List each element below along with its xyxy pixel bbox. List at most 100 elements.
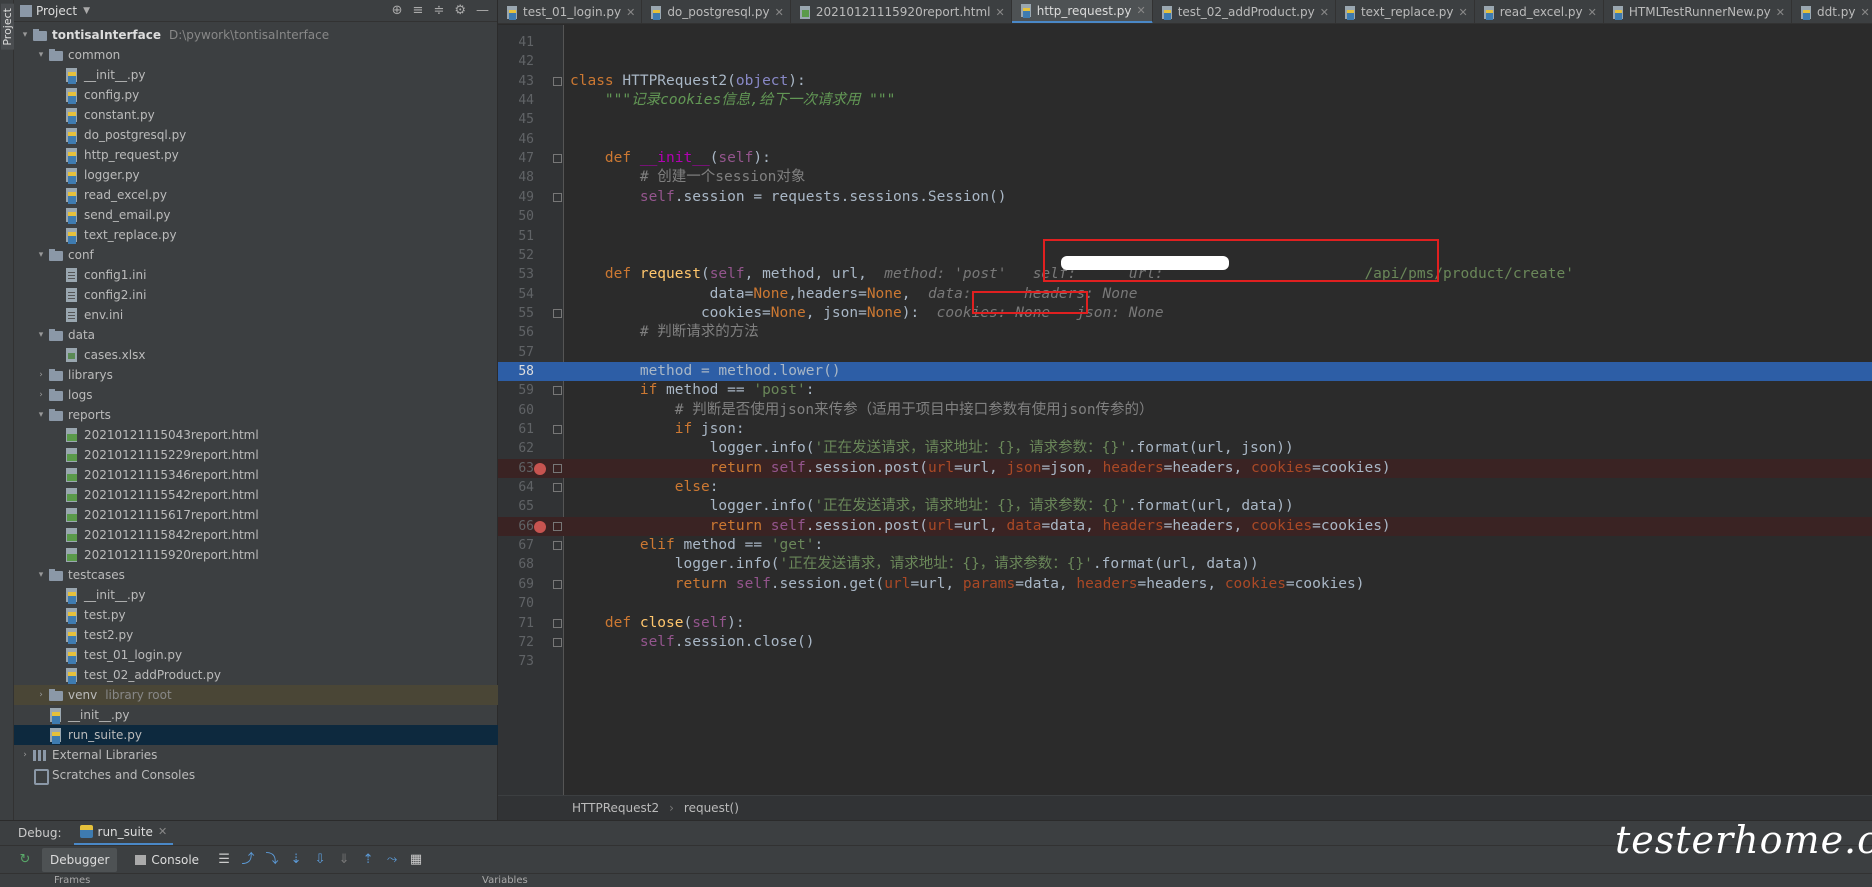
- code-line[interactable]: 50: [498, 207, 1872, 226]
- line-number[interactable]: 57: [498, 343, 534, 362]
- fold-marker-icon[interactable]: [553, 579, 562, 589]
- tree-item[interactable]: test2.py: [14, 625, 498, 645]
- fold-marker-icon[interactable]: [553, 483, 562, 493]
- line-number[interactable]: 41: [498, 33, 534, 52]
- expand-arrow-icon[interactable]: ›: [18, 750, 32, 760]
- project-title[interactable]: Project: [36, 4, 77, 18]
- code-line[interactable]: 46: [498, 130, 1872, 149]
- line-number[interactable]: 64: [498, 478, 534, 497]
- project-tool-button[interactable]: Project: [1, 4, 14, 50]
- tree-item[interactable]: test_02_addProduct.py: [14, 665, 498, 685]
- line-number[interactable]: 66: [498, 517, 534, 536]
- tree-item[interactable]: __init__.py: [14, 585, 498, 605]
- tree-item[interactable]: 20210121115043report.html: [14, 425, 498, 445]
- tree-item[interactable]: send_email.py: [14, 205, 498, 225]
- tree-item[interactable]: run_suite.py: [14, 725, 498, 745]
- expand-arrow-icon[interactable]: ▾: [34, 570, 48, 580]
- tree-item[interactable]: › venv library root: [14, 685, 498, 705]
- code-line[interactable]: 55 cookies=None, json=None): cookies: No…: [498, 304, 1872, 323]
- editor-tab[interactable]: 20210121115920report.html ✕: [791, 0, 1012, 23]
- line-number[interactable]: 72: [498, 633, 534, 652]
- fold-marker-icon[interactable]: [553, 637, 562, 647]
- tree-item[interactable]: ▾ reports: [14, 405, 498, 425]
- editor-tab[interactable]: do_postgresql.py ✕: [642, 0, 791, 23]
- tree-item[interactable]: logger.py: [14, 165, 498, 185]
- collapse-all-icon[interactable]: ≑: [433, 3, 444, 18]
- expand-arrow-icon[interactable]: ›: [34, 370, 48, 380]
- fold-marker-icon[interactable]: [553, 76, 562, 86]
- chevron-down-icon[interactable]: ▼: [83, 6, 90, 16]
- expand-arrow-icon[interactable]: ▾: [34, 330, 48, 340]
- editor-tab[interactable]: read_excel.py ✕: [1475, 0, 1604, 23]
- breakpoint-icon[interactable]: [534, 462, 546, 475]
- line-number[interactable]: 65: [498, 497, 534, 516]
- fold-marker-icon[interactable]: [553, 521, 562, 531]
- code-line[interactable]: 57: [498, 343, 1872, 362]
- step-over-icon[interactable]: ⤵: [265, 852, 279, 867]
- code-line[interactable]: 72 self.session.close(): [498, 633, 1872, 652]
- fold-marker-icon[interactable]: [553, 541, 562, 551]
- code-line[interactable]: 48 # 创建一个session对象: [498, 168, 1872, 187]
- fold-marker-icon[interactable]: [553, 192, 562, 202]
- tree-item[interactable]: 20210121115920report.html: [14, 545, 498, 565]
- code-line[interactable]: 64 else:: [498, 478, 1872, 497]
- tree-item[interactable]: ▾ common: [14, 45, 498, 65]
- expand-arrow-icon[interactable]: ›: [34, 690, 48, 700]
- hide-icon[interactable]: —: [476, 3, 489, 18]
- fold-marker-icon[interactable]: [553, 308, 562, 318]
- rerun-icon[interactable]: ↻: [18, 852, 32, 867]
- line-number[interactable]: 58: [498, 362, 534, 381]
- expand-arrow-icon[interactable]: ▾: [34, 50, 48, 60]
- tree-item[interactable]: config1.ini: [14, 265, 498, 285]
- line-number[interactable]: 55: [498, 304, 534, 323]
- line-number[interactable]: 60: [498, 401, 534, 420]
- line-number[interactable]: 53: [498, 265, 534, 284]
- breadcrumb-method[interactable]: request(): [684, 801, 739, 815]
- tree-item[interactable]: 20210121115617report.html: [14, 505, 498, 525]
- tree-item[interactable]: cases.xlsx: [14, 345, 498, 365]
- editor-tab[interactable]: text_replace.py ✕: [1336, 0, 1475, 23]
- evaluate-icon[interactable]: ▦: [409, 852, 423, 867]
- line-number[interactable]: 51: [498, 227, 534, 246]
- line-number[interactable]: 49: [498, 188, 534, 207]
- line-number[interactable]: 61: [498, 420, 534, 439]
- close-icon[interactable]: ✕: [1776, 6, 1785, 19]
- code-line[interactable]: 47 def __init__(self):: [498, 149, 1872, 168]
- fold-marker-icon[interactable]: [553, 386, 562, 396]
- fold-marker-icon[interactable]: [553, 425, 562, 434]
- code-line[interactable]: 49 self.session = requests.sessions.Sess…: [498, 188, 1872, 207]
- tree-item[interactable]: __init__.py: [14, 65, 498, 85]
- tree-item[interactable]: http_request.py: [14, 145, 498, 165]
- code-line[interactable]: 70: [498, 594, 1872, 613]
- line-number[interactable]: 52: [498, 246, 534, 265]
- tree-item[interactable]: text_replace.py: [14, 225, 498, 245]
- code-line[interactable]: 66 return self.session.post(url=url, dat…: [498, 516, 1872, 537]
- code-line[interactable]: 59 if method == 'post':: [498, 381, 1872, 400]
- close-icon[interactable]: ✕: [1320, 6, 1329, 19]
- tree-item[interactable]: env.ini: [14, 305, 498, 325]
- step-into-icon[interactable]: ⇣: [289, 852, 303, 867]
- tree-item[interactable]: read_excel.py: [14, 185, 498, 205]
- code-line[interactable]: 67 elif method == 'get':: [498, 536, 1872, 555]
- tree-item[interactable]: config.py: [14, 85, 498, 105]
- line-number[interactable]: 63: [498, 459, 534, 478]
- expand-arrow-icon[interactable]: ▾: [34, 250, 48, 260]
- run-to-cursor-icon[interactable]: ⤳: [385, 852, 399, 867]
- run-config-tab[interactable]: run_suite ✕: [73, 821, 174, 846]
- tree-item[interactable]: ▾ conf: [14, 245, 498, 265]
- code-line[interactable]: 65 logger.info('正在发送请求，请求地址：{}，请求参数：{}'.…: [498, 497, 1872, 516]
- line-number[interactable]: 48: [498, 168, 534, 187]
- breakpoint-icon[interactable]: [534, 520, 546, 533]
- fold-marker-icon[interactable]: [553, 463, 562, 473]
- editor-tab[interactable]: test_02_addProduct.py ✕: [1153, 0, 1336, 23]
- tree-item[interactable]: 20210121115542report.html: [14, 485, 498, 505]
- console-tab[interactable]: Console: [127, 848, 207, 872]
- expand-arrow-icon[interactable]: ▾: [18, 30, 32, 40]
- editor-tab[interactable]: ddt.py ✕: [1792, 0, 1872, 23]
- code-line[interactable]: 43 class HTTPRequest2(object):: [498, 72, 1872, 91]
- close-icon[interactable]: ✕: [1137, 4, 1146, 17]
- code-line[interactable]: 58 method = method.lower(): [498, 361, 1872, 382]
- editor-tab[interactable]: HTMLTestRunnerNew.py ✕: [1604, 0, 1793, 23]
- step-out-icon[interactable]: ⇡: [361, 852, 375, 867]
- line-number[interactable]: 70: [498, 594, 534, 613]
